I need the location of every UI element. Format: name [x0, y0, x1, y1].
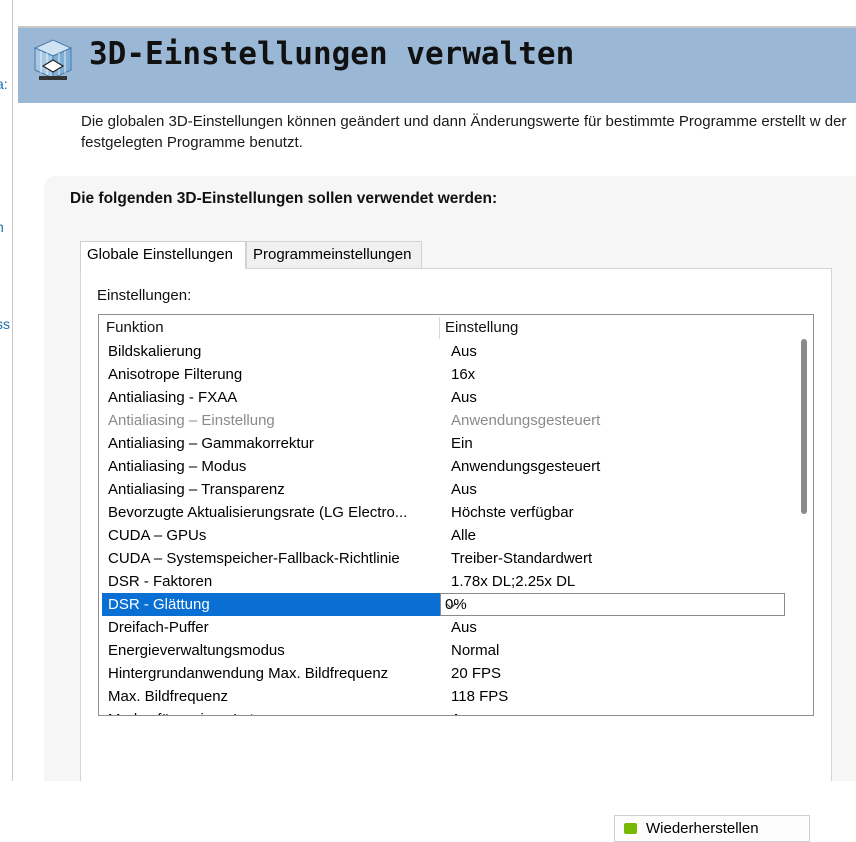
setting-function-name: Anisotrope Filterung	[108, 366, 243, 383]
setting-function-name: DSR - Faktoren	[108, 573, 213, 590]
settings-label: Einstellungen:	[97, 287, 192, 304]
tab-global-settings[interactable]: Globale Einstellungen	[80, 241, 246, 269]
setting-value: Aus	[451, 389, 477, 406]
setting-function-name: Antialiasing – Modus	[108, 458, 247, 475]
setting-function-name: DSR - Glättung	[102, 593, 442, 616]
chevron-down-icon[interactable]	[445, 593, 776, 616]
setting-function-name: Antialiasing – Einstellung	[108, 412, 275, 429]
sidebar-fragment[interactable]: a:	[0, 76, 8, 92]
setting-function-name: Dreifach-Puffer	[108, 619, 209, 636]
settings-row[interactable]: Max. Bildfrequenz 118 FPS	[100, 685, 785, 708]
setting-value: Normal	[451, 642, 500, 659]
vertical-scrollbar[interactable]	[801, 339, 807, 715]
settings-row[interactable]: Dreifach-Puffer Aus	[100, 616, 785, 639]
column-header-function[interactable]: Funktion	[106, 317, 164, 339]
settings-row[interactable]: Energieverwaltungsmodus Normal	[100, 639, 785, 662]
nvidia-icon	[624, 823, 637, 834]
setting-value: 1.78x DL;2.25x DL	[451, 573, 576, 590]
setting-value: 20 FPS	[451, 665, 502, 682]
setting-function-name: CUDA – GPUs	[108, 527, 207, 544]
setting-value: Aus	[451, 619, 477, 636]
setting-value: Höchste verfügbar	[451, 504, 574, 521]
settings-row[interactable]: Bevorzugte Aktualisierungsrate (LG Elect…	[100, 501, 785, 524]
setting-value: Aus	[451, 481, 477, 498]
setting-value: Ein	[451, 435, 473, 452]
setting-function-name: CUDA – Systemspeicher-Fallback-Richtlini…	[108, 550, 400, 567]
setting-function-name: Modus für geringe Latenz	[108, 708, 438, 715]
setting-value: Anwendungsgesteuert	[451, 458, 601, 475]
page-title: 3D-Einstellungen verwalten	[89, 36, 575, 72]
settings-row[interactable]: DSR - Glättung 0%	[100, 593, 785, 616]
restore-button-label: Wiederherstellen	[646, 820, 759, 837]
setting-function-name: Bevorzugte Aktualisierungsrate (LG Elect…	[108, 504, 408, 521]
setting-function-name: Max. Bildfrequenz	[108, 688, 229, 705]
tab-program-settings[interactable]: Programmeinstellungen	[246, 241, 422, 268]
settings-row[interactable]: CUDA – Systemspeicher-Fallback-Richtlini…	[100, 547, 785, 570]
settings-row[interactable]: CUDA – GPUs Alle	[100, 524, 785, 547]
setting-value-dropdown[interactable]: 0%	[440, 593, 785, 616]
page-header: 3D-Einstellungen verwalten	[18, 28, 856, 103]
setting-value: Alle	[451, 527, 477, 544]
settings-row[interactable]: Anisotrope Filterung 16x	[100, 363, 785, 386]
setting-value: Treiber-Standardwert	[451, 550, 593, 567]
settings-row[interactable]: DSR - Faktoren 1.78x DL;2.25x DL	[100, 570, 785, 593]
settings-row[interactable]: Modus für geringe Latenz Aus	[100, 708, 785, 715]
settings-row[interactable]: Antialiasing - FXAA Aus	[100, 386, 785, 409]
sidebar-fragment[interactable]: ss	[0, 316, 10, 332]
setting-function-name: Antialiasing – Gammakorrektur	[108, 435, 314, 452]
settings-row[interactable]: Antialiasing – Einstellung Anwendungsgest…	[100, 409, 785, 432]
setting-value: Aus	[451, 708, 477, 715]
settings-list[interactable]: Funktion Einstellung Bildskalierung Aus An…	[98, 314, 814, 716]
restore-button[interactable]: Wiederherstellen	[614, 815, 810, 842]
settings-panel: Die folgenden 3D-Einstellungen sollen ve…	[44, 176, 856, 842]
setting-function-name: Bildskalierung	[108, 343, 202, 360]
setting-value: 16x	[451, 366, 476, 383]
settings-row[interactable]: Bildskalierung Aus	[100, 340, 785, 363]
sidebar-fragment[interactable]: n	[0, 219, 4, 235]
panel-heading: Die folgenden 3D-Einstellungen sollen ve…	[70, 190, 498, 207]
left-navigation-pane: a: n ss	[0, 0, 13, 781]
settings-row[interactable]: Antialiasing – Transparenz Aus	[100, 478, 785, 501]
scrollbar-thumb[interactable]	[801, 339, 807, 514]
setting-function-name: Hintergrundanwendung Max. Bildfrequenz	[108, 665, 389, 682]
settings-row[interactable]: Antialiasing – Modus Anwendungsgesteuert	[100, 455, 785, 478]
column-divider[interactable]	[439, 317, 440, 339]
setting-value: Aus	[451, 343, 477, 360]
tab-content: Einstellungen: Funktion Einstellung Bild…	[80, 268, 832, 842]
setting-function-name: Energieverwaltungsmodus	[108, 642, 285, 659]
setting-function-name: Antialiasing - FXAA	[108, 389, 238, 406]
settings-row[interactable]: Antialiasing – Gammakorrektur Ein	[100, 432, 785, 455]
setting-value: Anwendungsgesteuert	[451, 412, 601, 429]
setting-value: 118 FPS	[451, 688, 509, 705]
3d-cube-icon	[33, 39, 73, 80]
setting-function-name: Antialiasing – Transparenz	[108, 481, 285, 498]
column-header-setting[interactable]: Einstellung	[445, 317, 518, 339]
settings-row[interactable]: Hintergrundanwendung Max. Bildfrequenz 20…	[100, 662, 785, 685]
page-description: Die globalen 3D-Einstellungen können geä…	[81, 113, 847, 151]
